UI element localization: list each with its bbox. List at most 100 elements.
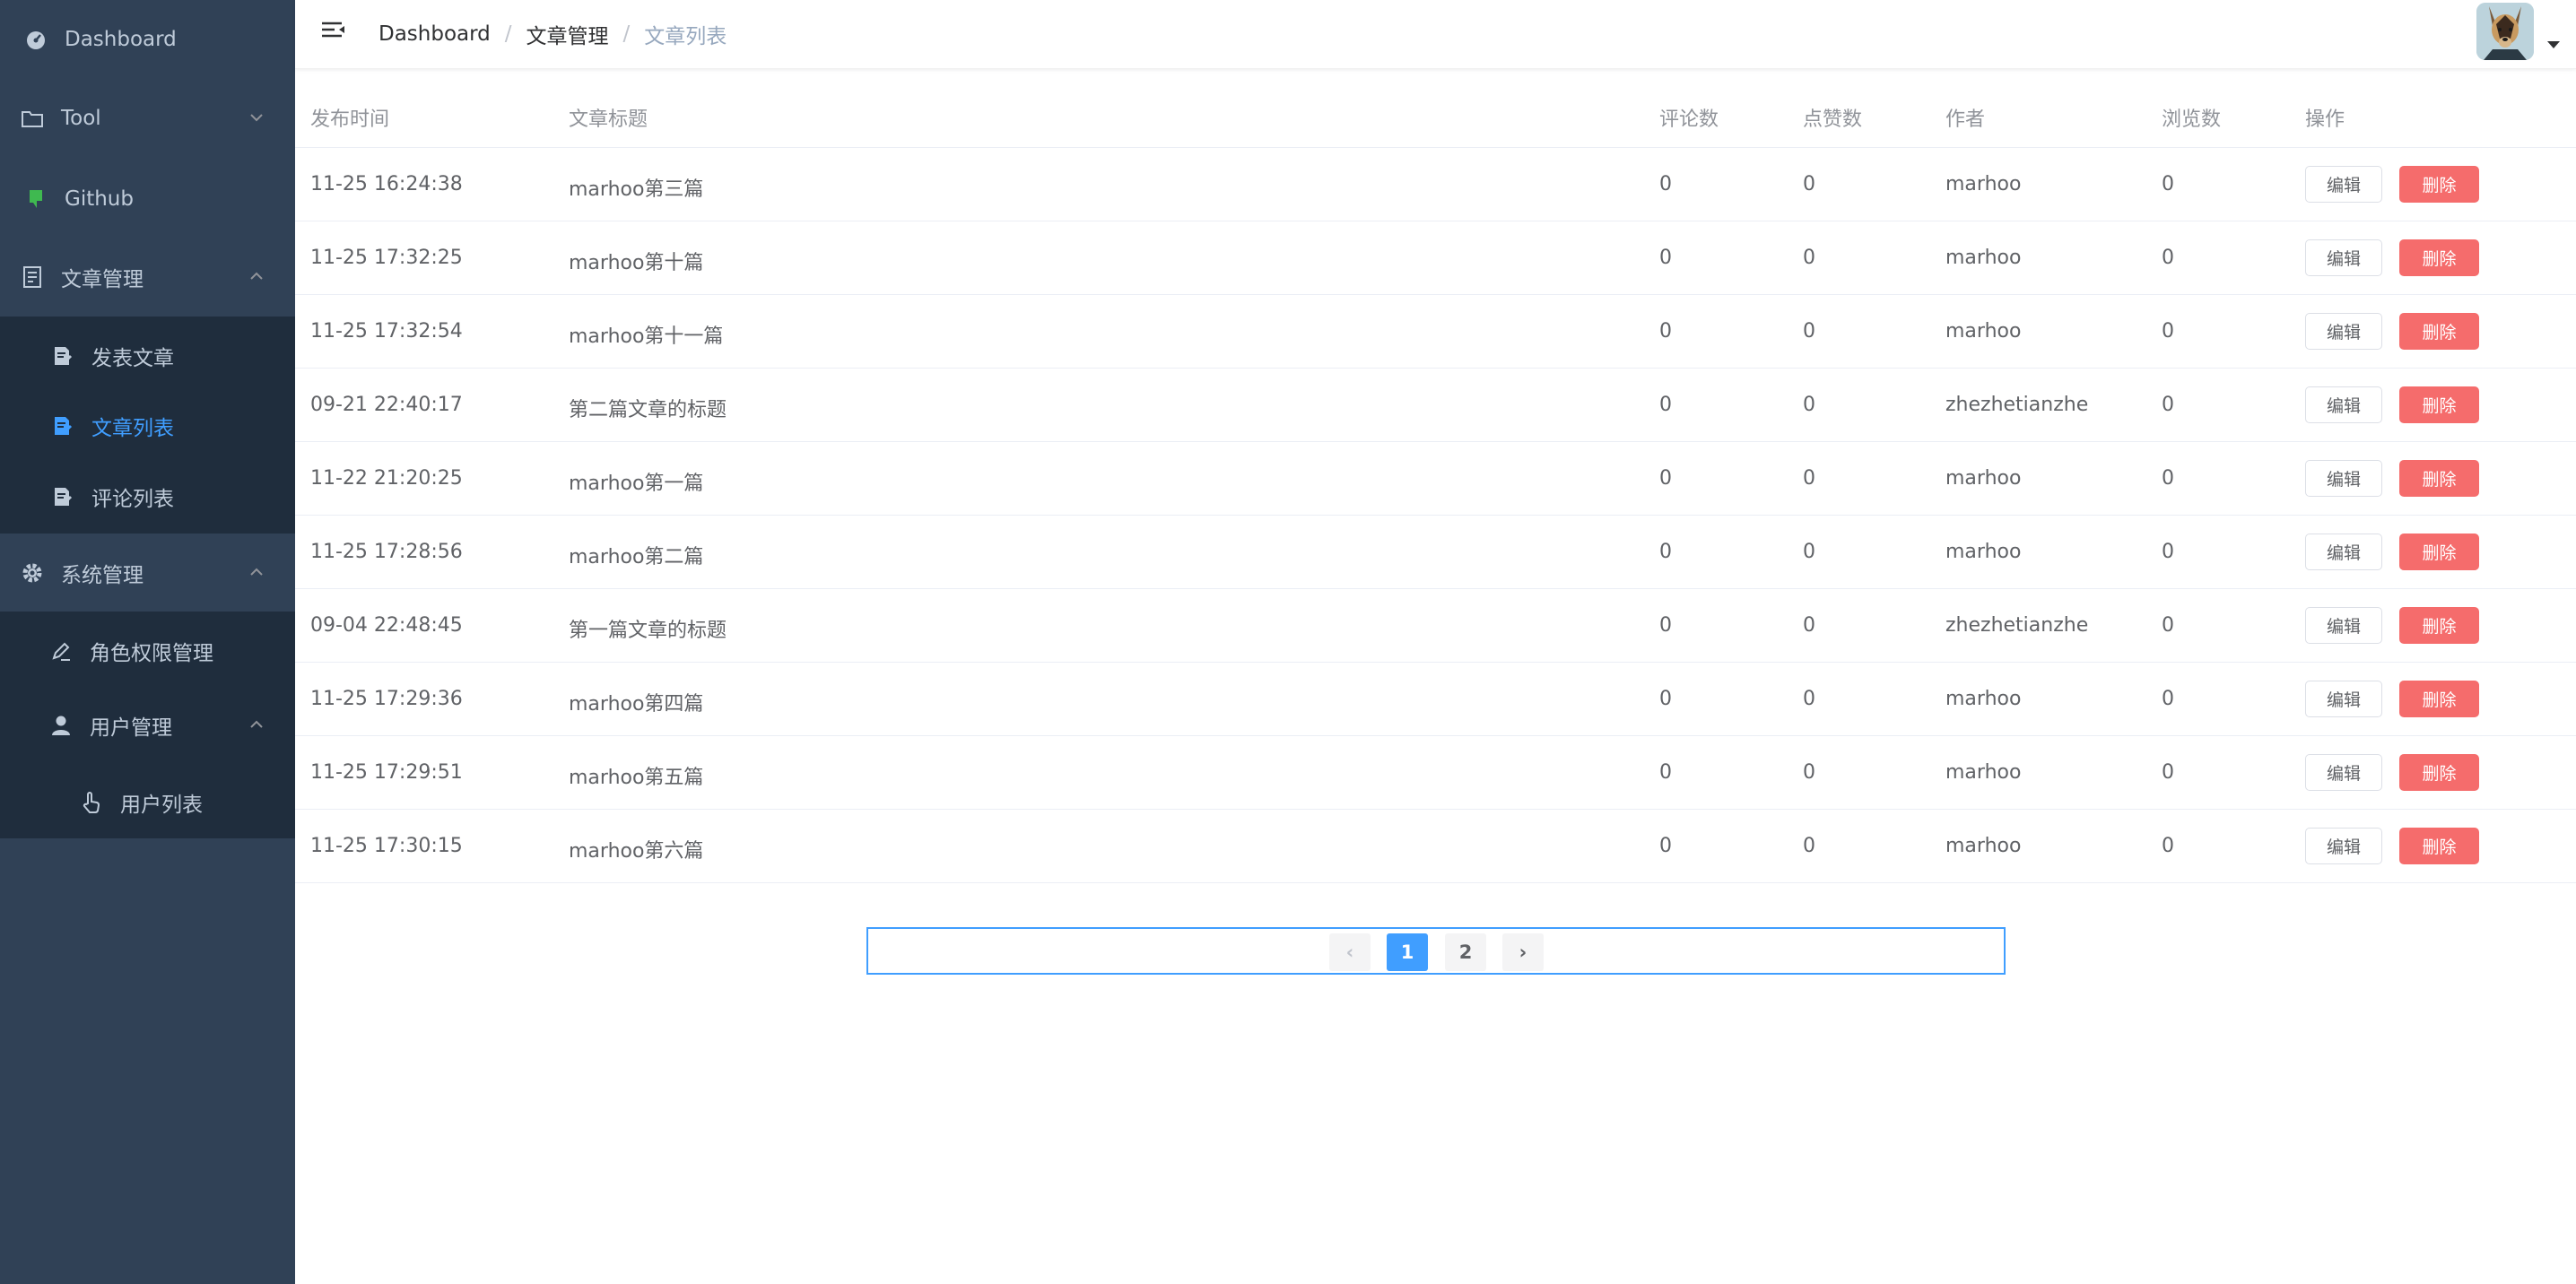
sidebar-item-article-list[interactable]: 文章列表 <box>0 386 295 465</box>
sidebar-item-user-list[interactable]: 用户列表 <box>0 763 295 842</box>
table-cell: marhoo <box>1945 247 2022 269</box>
table-cell: marhoo <box>1945 761 2022 784</box>
chevron-up-icon <box>250 272 263 280</box>
table-cell: 0 <box>1659 835 1672 857</box>
table-cell: 0 <box>2162 173 2174 195</box>
table-row: 09-04 22:48:45 第一篇文章的标题 0 0 zhezhetianzhe 0 编辑… <box>295 589 2576 663</box>
edit-button[interactable]: 编辑 <box>2305 386 2382 423</box>
edit-button[interactable]: 编辑 <box>2305 534 2382 570</box>
table-cell: marhoo <box>1945 835 2022 857</box>
pagination <box>866 927 2006 975</box>
hamburger-icon[interactable] <box>320 18 347 45</box>
delete-button[interactable]: 删除 <box>2399 828 2479 864</box>
table-cell: 11-25 17:30:15 <box>310 835 463 857</box>
table-cell: 0 <box>1803 688 1815 710</box>
table-cell: 11-25 17:32:54 <box>310 320 463 343</box>
table-cell: 第一篇文章的标题 <box>569 620 727 642</box>
next-page-button[interactable]: › <box>1502 933 1544 971</box>
sidebar-item-publish-article[interactable]: 发表文章 <box>0 317 295 395</box>
breadcrumb-item-current: 文章列表 <box>644 25 727 48</box>
table-cell: 0 <box>1659 467 1672 490</box>
table-cell: marhoo <box>1945 541 2022 563</box>
edit-button[interactable]: 编辑 <box>2305 166 2382 203</box>
sidebar: Dashboard Tool Github 文章管理 发表文章 文章列表 评论列… <box>0 0 295 1284</box>
sidebar-item-user-management[interactable]: 用户管理 <box>0 686 295 765</box>
user-icon <box>48 713 74 738</box>
table-cell: marhoo <box>1945 688 2022 710</box>
delete-button[interactable]: 删除 <box>2399 460 2479 497</box>
sidebar-item-label: 文章管理 <box>61 268 144 291</box>
delete-button[interactable]: 删除 <box>2399 534 2479 570</box>
table-header: 发布时间 文章标题 评论数 点赞数 作者 浏览数 操作 <box>295 79 2576 148</box>
column-header: 操作 <box>2305 108 2345 131</box>
table-row: 11-25 17:32:54 marhoo第十一篇 0 0 marhoo 0 编辑 删除 <box>295 295 2576 369</box>
table-cell: marhoo第五篇 <box>569 767 704 789</box>
hand-pointer-icon <box>79 790 104 815</box>
edit-button[interactable]: 编辑 <box>2305 239 2382 276</box>
table-cell: marhoo第十篇 <box>569 252 704 274</box>
page-button[interactable]: 1 <box>1387 933 1428 971</box>
table-cell: 11-22 21:20:25 <box>310 467 463 490</box>
delete-button[interactable]: 删除 <box>2399 386 2479 423</box>
document-icon <box>20 265 45 290</box>
table-cell: 0 <box>1803 320 1815 343</box>
table-cell: 0 <box>2162 688 2174 710</box>
sidebar-item-label: Tool <box>61 107 101 130</box>
sidebar-item-comment-list[interactable]: 评论列表 <box>0 457 295 536</box>
table-cell: 0 <box>1803 173 1815 195</box>
table-cell: 09-21 22:40:17 <box>310 394 463 416</box>
sidebar-item-label: 评论列表 <box>91 488 174 511</box>
edit-button[interactable]: 编辑 <box>2305 460 2382 497</box>
sidebar-item-label: Github <box>65 187 134 211</box>
sidebar-item-label: 用户列表 <box>120 794 203 817</box>
edit-button[interactable]: 编辑 <box>2305 313 2382 350</box>
sidebar-item-role-permissions[interactable]: 角色权限管理 <box>0 612 295 690</box>
folder-icon <box>20 106 45 131</box>
delete-button[interactable]: 删除 <box>2399 754 2479 791</box>
column-header: 评论数 <box>1659 108 1719 131</box>
table-cell: 0 <box>1659 761 1672 784</box>
avatar[interactable] <box>2476 3 2534 60</box>
caret-down-icon[interactable] <box>2547 41 2560 48</box>
table-cell: 0 <box>1659 394 1672 416</box>
table-row: 11-25 17:29:51 marhoo第五篇 0 0 marhoo 0 编辑 删除 <box>295 736 2576 810</box>
table-cell: 0 <box>2162 247 2174 269</box>
column-header: 浏览数 <box>2162 108 2222 131</box>
table-cell: 0 <box>1803 394 1815 416</box>
sidebar-item-label: 文章列表 <box>91 417 174 440</box>
table-cell: 0 <box>1803 247 1815 269</box>
table-cell: marhoo <box>1945 173 2022 195</box>
edit-button[interactable]: 编辑 <box>2305 607 2382 644</box>
prev-page-button[interactable]: ‹ <box>1329 933 1371 971</box>
sidebar-item-articles[interactable]: 文章管理 <box>0 238 295 317</box>
table-cell: zhezhetianzhe <box>1945 614 2089 637</box>
table-cell: 0 <box>2162 835 2174 857</box>
column-header: 点赞数 <box>1803 108 1863 131</box>
delete-button[interactable]: 删除 <box>2399 681 2479 717</box>
delete-button[interactable]: 删除 <box>2399 607 2479 644</box>
sidebar-item-github[interactable]: Github <box>0 160 295 239</box>
page-button[interactable]: 2 <box>1445 933 1486 971</box>
table-cell: 11-25 17:32:25 <box>310 247 463 269</box>
breadcrumb-item[interactable]: 文章管理 <box>527 19 609 49</box>
breadcrumb-separator: / <box>622 22 631 46</box>
edit-button[interactable]: 编辑 <box>2305 828 2382 864</box>
sidebar-item-label: Dashboard <box>65 28 177 51</box>
delete-button[interactable]: 删除 <box>2399 239 2479 276</box>
table-cell: 0 <box>1803 614 1815 637</box>
sidebar-item-dashboard[interactable]: Dashboard <box>0 0 295 79</box>
table-cell: 0 <box>2162 761 2174 784</box>
table-cell: 0 <box>1659 541 1672 563</box>
table-row: 11-25 17:30:15 marhoo第六篇 0 0 marhoo 0 编辑 删除 <box>295 810 2576 883</box>
edit-button[interactable]: 编辑 <box>2305 681 2382 717</box>
delete-button[interactable]: 删除 <box>2399 166 2479 203</box>
sidebar-item-label: 系统管理 <box>61 564 144 587</box>
edit-button[interactable]: 编辑 <box>2305 754 2382 791</box>
table-cell: marhoo第十一篇 <box>569 325 724 348</box>
sidebar-item-system[interactable]: 系统管理 <box>0 534 295 612</box>
sidebar-item-tool[interactable]: Tool <box>0 79 295 158</box>
breadcrumb-item[interactable]: Dashboard <box>379 22 491 46</box>
delete-button[interactable]: 删除 <box>2399 313 2479 350</box>
table-cell: 0 <box>1803 467 1815 490</box>
table-cell: 11-25 17:28:56 <box>310 541 463 563</box>
